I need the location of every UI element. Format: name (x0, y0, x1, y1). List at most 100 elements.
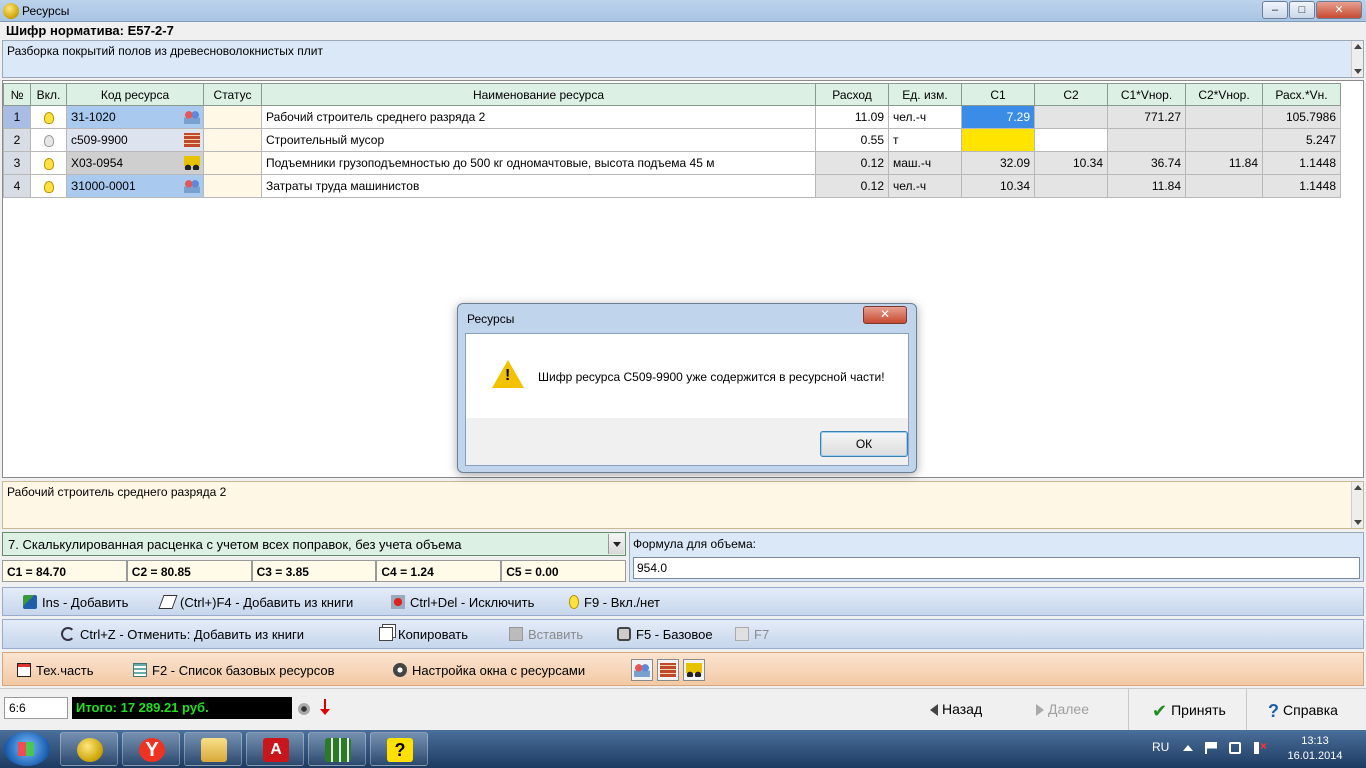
col-enabled[interactable]: Вкл. (30, 83, 67, 106)
bulb-on-icon[interactable] (43, 180, 54, 193)
col-c2[interactable]: С2 (1034, 83, 1108, 106)
copy-button[interactable]: Копировать (379, 626, 468, 644)
undo-button[interactable]: Ctrl+Z - Отменить: Добавить из книги (61, 626, 304, 644)
f7-button[interactable]: F7 (735, 626, 769, 644)
bulb-on-icon[interactable] (43, 157, 54, 170)
bulb-on-icon[interactable] (43, 111, 54, 124)
col-rashod[interactable]: Расход (815, 83, 889, 106)
window-settings-button[interactable]: Настройка окна с ресурсами (393, 662, 585, 680)
paste-button[interactable]: Вставить (509, 626, 583, 644)
taskbar-app-explorer[interactable] (184, 732, 242, 766)
row-name[interactable]: Рабочий строитель среднего разряда 2 (261, 105, 816, 129)
table-row[interactable]: 2 с509-9900 Строительный мусор 0.55 т 5.… (3, 128, 1341, 152)
row-c2[interactable] (1034, 128, 1108, 152)
filter-machines-button[interactable] (683, 659, 705, 681)
col-status[interactable]: Статус (203, 83, 262, 106)
col-num[interactable]: № (3, 83, 31, 106)
techpart-button[interactable]: Тех.часть (17, 662, 94, 680)
filter-workers-button[interactable] (631, 659, 653, 681)
maximize-button[interactable]: □ (1289, 1, 1315, 19)
row-code[interactable]: Х03-0954 (66, 151, 204, 175)
taskbar-clock[interactable]: 13:13 16.01.2014 (1280, 734, 1350, 764)
add-from-book-button[interactable]: (Ctrl+)F4 - Добавить из книги (158, 594, 353, 612)
next-button[interactable]: Далее (1036, 701, 1089, 717)
taskbar-app-calculator[interactable] (308, 732, 366, 766)
calc-mode-select[interactable]: 7. Скалькулированная расценка с учетом в… (2, 532, 626, 556)
taskbar-app-yandex[interactable]: Y (122, 732, 180, 766)
close-button[interactable]: ✕ (1316, 1, 1362, 19)
chevron-down-icon[interactable] (608, 534, 624, 554)
toggle-enabled-button[interactable]: F9 - Вкл./нет (569, 594, 660, 612)
dialog-close-button[interactable]: ✕ (863, 306, 907, 324)
action-center-flag-icon[interactable] (1205, 742, 1217, 754)
row-num[interactable]: 4 (3, 174, 31, 198)
exclude-button[interactable]: Ctrl+Del - Исключить (391, 594, 534, 612)
taskbar-app-smeta[interactable] (60, 732, 118, 766)
row-num[interactable]: 3 (3, 151, 31, 175)
row-code[interactable]: З1-1020 (66, 105, 204, 129)
row-num[interactable]: 1 (3, 105, 31, 129)
row-c1[interactable]: 32.09 (961, 151, 1035, 175)
row-enabled[interactable] (30, 128, 67, 152)
description-scrollbar[interactable] (1351, 41, 1363, 77)
network-icon[interactable] (1229, 742, 1241, 754)
row-status[interactable] (203, 105, 262, 129)
row-enabled[interactable] (30, 174, 67, 198)
help-button[interactable]: ? Справка (1268, 701, 1338, 722)
base-list-button[interactable]: F2 - Список базовых ресурсов (133, 662, 335, 680)
col-rv[interactable]: Расх.*Vн. (1262, 83, 1341, 106)
row-enabled[interactable] (30, 105, 67, 129)
volume-muted-icon[interactable] (1254, 739, 1267, 754)
add-button[interactable]: Ins - Добавить (23, 594, 128, 612)
row-num[interactable]: 2 (3, 128, 31, 152)
language-indicator[interactable]: RU (1152, 740, 1169, 754)
row-unit[interactable]: чел.-ч (888, 174, 962, 198)
row-c1[interactable]: 7.29 (961, 105, 1035, 129)
row-rashod[interactable]: 0.12 (815, 174, 889, 198)
row-code[interactable]: с509-9900 (66, 128, 204, 152)
row-unit[interactable]: т (888, 128, 962, 152)
row-status[interactable] (203, 174, 262, 198)
col-unit[interactable]: Ед. изм. (888, 83, 962, 106)
table-row[interactable]: 1 З1-1020 Рабочий строитель среднего раз… (3, 105, 1341, 129)
row-c2[interactable]: 10.34 (1034, 151, 1108, 175)
volume-formula-input[interactable]: 954.0 (633, 557, 1360, 579)
bulb-off-icon[interactable] (43, 134, 54, 147)
row-enabled[interactable] (30, 151, 67, 175)
row-rashod[interactable]: 0.12 (815, 151, 889, 175)
col-c1v[interactable]: С1*Vнор. (1107, 83, 1186, 106)
row-c1[interactable] (961, 128, 1035, 152)
minimize-button[interactable]: – (1262, 1, 1288, 19)
row-name[interactable]: Затраты труда машинистов (261, 174, 816, 198)
row-unit[interactable]: чел.-ч (888, 105, 962, 129)
row-name[interactable]: Подъемники грузоподъемностью до 500 кг о… (261, 151, 816, 175)
row-name[interactable]: Строительный мусор (261, 128, 816, 152)
row-rashod[interactable]: 0.55 (815, 128, 889, 152)
col-c2v[interactable]: С2*Vнор. (1185, 83, 1263, 106)
arrow-down-icon[interactable] (320, 699, 330, 715)
taskbar-app-pdf[interactable]: A (246, 732, 304, 766)
col-c1[interactable]: С1 (961, 83, 1035, 106)
back-button[interactable]: Назад (930, 701, 982, 717)
col-name[interactable]: Наименование ресурса (261, 83, 816, 106)
row-status[interactable] (203, 151, 262, 175)
row-unit[interactable]: маш.-ч (888, 151, 962, 175)
eye-icon[interactable] (298, 703, 310, 715)
accept-button[interactable]: ✔ Принять (1152, 701, 1226, 722)
info-scrollbar[interactable] (1351, 482, 1363, 528)
row-status[interactable] (203, 128, 262, 152)
ok-button[interactable]: ОК (820, 431, 908, 457)
row-rashod[interactable]: 11.09 (815, 105, 889, 129)
row-c1[interactable]: 10.34 (961, 174, 1035, 198)
table-row[interactable]: 3 Х03-0954 Подъемники грузоподъемностью … (3, 151, 1341, 175)
taskbar-app-help[interactable]: ? (370, 732, 428, 766)
col-code[interactable]: Код ресурса (66, 83, 204, 106)
row-c2[interactable] (1034, 174, 1108, 198)
row-c2[interactable] (1034, 105, 1108, 129)
table-row[interactable]: 4 З1000-0001 Затраты труда машинистов 0.… (3, 174, 1341, 198)
base-button[interactable]: F5 - Базовое (617, 626, 713, 644)
tray-expand-icon[interactable] (1183, 745, 1193, 751)
filter-materials-button[interactable] (657, 659, 679, 681)
row-code[interactable]: З1000-0001 (66, 174, 204, 198)
start-button[interactable] (4, 732, 50, 766)
